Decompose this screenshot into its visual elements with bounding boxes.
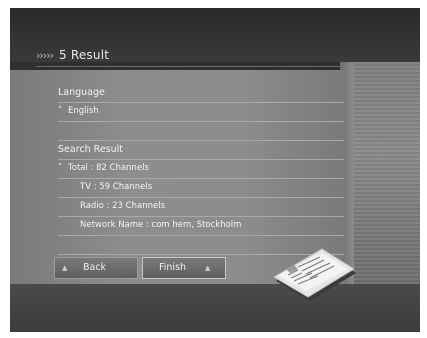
tv-channels-row: TV : 59 Channels bbox=[58, 178, 344, 198]
step-chevrons-icon: ››››› bbox=[36, 49, 54, 62]
background-floor bbox=[10, 284, 420, 332]
search-result-label-text: Search Result bbox=[58, 144, 124, 155]
up-arrow-icon: ▲ bbox=[205, 264, 211, 272]
radio-channels: Radio : 23 Channels bbox=[80, 201, 165, 211]
search-result-label: Search Result bbox=[58, 140, 344, 160]
page-title-text: 5 Result bbox=[59, 48, 110, 62]
up-arrow-icon: ▲ bbox=[62, 264, 68, 272]
finish-button-label: Finish bbox=[159, 262, 187, 273]
document-icon bbox=[273, 248, 356, 301]
language-label: Language bbox=[58, 83, 344, 103]
finish-button[interactable]: Finish ▲ bbox=[142, 257, 226, 279]
title-divider bbox=[36, 66, 346, 67]
tv-channels: TV : 59 Channels bbox=[80, 182, 153, 192]
page-title: ››››› 5 Result bbox=[36, 44, 109, 66]
total-channels-row: ˄ Total : 82 Channels bbox=[58, 159, 344, 179]
back-button[interactable]: ▲ Back bbox=[54, 257, 138, 279]
bullet-icon: ˄ bbox=[58, 163, 63, 173]
total-channels: Total : 82 Channels bbox=[68, 163, 149, 173]
language-label-text: Language bbox=[58, 87, 105, 98]
network-name: Network Name : com hem, Stockholm bbox=[80, 220, 242, 230]
language-value: English bbox=[68, 106, 99, 116]
bullet-icon: ˄ bbox=[58, 106, 63, 116]
radio-channels-row: Radio : 23 Channels bbox=[58, 197, 344, 217]
language-value-row: ˄ English bbox=[58, 102, 344, 122]
spacer-row bbox=[58, 121, 344, 141]
back-button-label: Back bbox=[83, 262, 107, 273]
tv-screen: ››››› 5 Result Language ˄ English Search R… bbox=[10, 8, 420, 332]
network-name-row: Network Name : com hem, Stockholm bbox=[58, 216, 344, 236]
